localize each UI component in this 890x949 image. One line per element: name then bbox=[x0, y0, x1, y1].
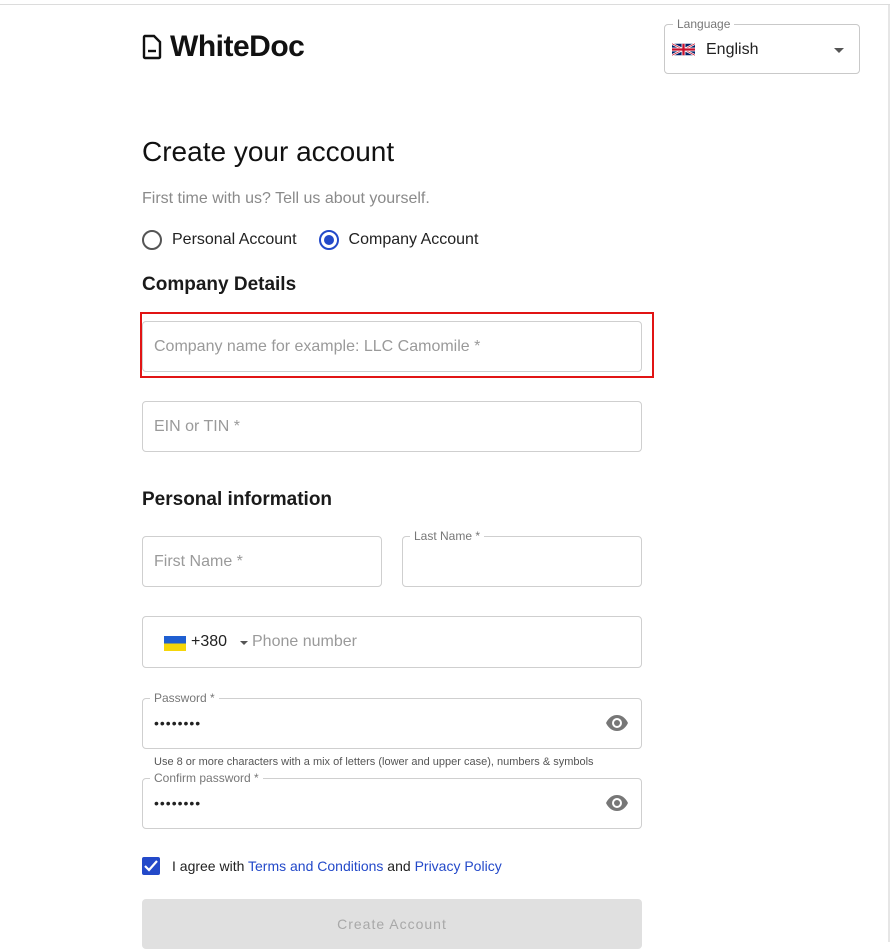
company-details-heading: Company Details bbox=[142, 274, 297, 295]
privacy-link[interactable]: Privacy Policy bbox=[415, 858, 502, 874]
page-subtitle: First time with us? Tell us about yourse… bbox=[142, 190, 430, 207]
document-logo-icon bbox=[142, 34, 162, 60]
last-name-field: Last Name * bbox=[402, 529, 642, 587]
page-title: Create your account bbox=[142, 136, 395, 167]
checkmark-icon bbox=[144, 860, 158, 872]
ein-input[interactable] bbox=[143, 402, 641, 451]
language-legend: Language bbox=[673, 17, 735, 31]
eye-icon[interactable] bbox=[605, 714, 629, 732]
radio-unchecked-icon bbox=[142, 230, 162, 250]
last-name-input[interactable] bbox=[403, 537, 641, 586]
phone-input[interactable] bbox=[241, 617, 641, 667]
radio-label-personal: Personal Account bbox=[172, 231, 297, 248]
chevron-down-icon bbox=[834, 48, 844, 53]
confirm-password-legend: Confirm password * bbox=[150, 771, 263, 785]
radio-personal-account[interactable]: Personal Account bbox=[142, 230, 297, 250]
app-name: WhiteDoc bbox=[170, 30, 305, 63]
eye-icon[interactable] bbox=[605, 794, 629, 812]
agreement-and: and bbox=[383, 858, 415, 874]
password-field: Password * •••••••• bbox=[142, 691, 642, 749]
password-input[interactable]: •••••••• bbox=[154, 715, 201, 731]
radio-label-company: Company Account bbox=[348, 231, 479, 248]
personal-info-heading: Personal information bbox=[142, 489, 333, 510]
confirm-password-field: Confirm password * •••••••• bbox=[142, 771, 642, 829]
language-select[interactable]: Language English bbox=[664, 17, 860, 74]
account-type-radio-group: Personal Account Company Account bbox=[142, 230, 500, 250]
ein-field bbox=[142, 401, 642, 452]
password-hint: Use 8 or more characters with a mix of l… bbox=[154, 756, 594, 768]
language-value: English bbox=[706, 41, 759, 58]
radio-company-account[interactable]: Company Account bbox=[318, 230, 479, 250]
agreement-prefix: I agree with bbox=[172, 858, 249, 874]
radio-checked-icon bbox=[318, 230, 339, 250]
agreement-row: I agree with Terms and Conditions and Pr… bbox=[142, 857, 502, 875]
confirm-password-input[interactable]: •••••••• bbox=[154, 795, 201, 811]
terms-link[interactable]: Terms and Conditions bbox=[248, 858, 383, 874]
first-name-input[interactable] bbox=[143, 537, 381, 586]
phone-field: +380 bbox=[142, 616, 642, 668]
app-logo: WhiteDoc bbox=[142, 30, 305, 64]
ukraine-flag-icon[interactable] bbox=[164, 636, 186, 651]
password-legend: Password * bbox=[150, 691, 219, 705]
uk-flag-icon bbox=[672, 42, 695, 57]
top-border bbox=[0, 4, 890, 5]
country-code[interactable]: +380 bbox=[191, 633, 227, 651]
highlight-annotation bbox=[140, 312, 654, 378]
first-name-field bbox=[142, 536, 382, 587]
agreement-text: I agree with Terms and Conditions and Pr… bbox=[172, 858, 502, 874]
agree-checkbox[interactable] bbox=[142, 857, 160, 875]
